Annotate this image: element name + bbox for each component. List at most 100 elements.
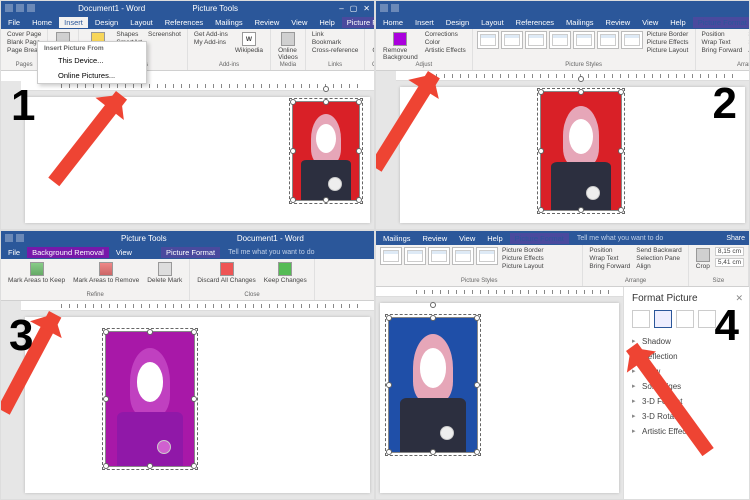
- send-backward-button[interactable]: Send Backward: [634, 247, 684, 255]
- discard-changes-button[interactable]: Discard All Changes: [194, 261, 259, 285]
- tab-home[interactable]: Home: [378, 17, 408, 28]
- inserted-picture[interactable]: [540, 91, 622, 211]
- group-picture-styles: Picture Styles: [380, 278, 578, 284]
- mark-remove-button[interactable]: Mark Areas to Remove: [70, 261, 142, 285]
- rotate-handle[interactable]: [430, 302, 436, 308]
- bring-forward-button[interactable]: Bring Forward: [587, 263, 632, 271]
- quick-access-toolbar[interactable]: [376, 4, 436, 12]
- tab-references[interactable]: References: [160, 17, 208, 28]
- group-arrange: Arrange: [700, 62, 750, 68]
- height-input[interactable]: 8,15 cm: [715, 247, 744, 256]
- crossref-button[interactable]: Cross-reference: [310, 47, 361, 55]
- my-addins-button[interactable]: My Add-ins: [192, 39, 230, 47]
- tab-references[interactable]: References: [511, 17, 559, 28]
- tab-view[interactable]: View: [454, 233, 480, 244]
- width-input[interactable]: 5,41 cm: [715, 258, 744, 267]
- tab-review[interactable]: Review: [250, 17, 285, 28]
- tab-review[interactable]: Review: [418, 233, 453, 244]
- send-backward-button[interactable]: Send Backward: [746, 31, 750, 39]
- color-button[interactable]: Color: [423, 39, 468, 47]
- tab-mailings[interactable]: Mailings: [210, 17, 248, 28]
- tab-layout[interactable]: Layout: [476, 17, 509, 28]
- cover-page-button[interactable]: Cover Page: [5, 31, 43, 39]
- rotate-handle[interactable]: [323, 86, 329, 92]
- share-button[interactable]: Share: [726, 235, 749, 242]
- get-addins-button[interactable]: Get Add-ins: [192, 31, 230, 39]
- rotate-handle[interactable]: [578, 76, 584, 82]
- tab-file[interactable]: File: [3, 247, 25, 258]
- layout-tab-icon[interactable]: [676, 310, 694, 328]
- tab-file[interactable]: File: [3, 17, 25, 28]
- wrap-text-button[interactable]: Wrap Text: [587, 255, 632, 263]
- shapes-button[interactable]: Shapes: [114, 31, 144, 39]
- tab-view[interactable]: View: [637, 17, 663, 28]
- tab-help[interactable]: Help: [314, 17, 339, 28]
- bg-removal-preview[interactable]: [105, 331, 195, 467]
- remove-background-button[interactable]: Remove Background: [380, 31, 421, 62]
- bookmark-button[interactable]: Bookmark: [310, 39, 361, 47]
- picture-border-button[interactable]: Picture Border: [500, 247, 546, 255]
- tab-layout[interactable]: Layout: [125, 17, 158, 28]
- picture-border-button[interactable]: Picture Border: [645, 31, 691, 39]
- tab-picture-format[interactable]: Picture Format: [161, 247, 220, 258]
- align-button[interactable]: Align: [634, 263, 684, 271]
- tab-insert[interactable]: Insert: [59, 17, 88, 28]
- wrap-text-button[interactable]: Wrap Text: [700, 39, 745, 47]
- tell-me[interactable]: Tell me what you want to do: [571, 235, 724, 242]
- group-media: Media: [275, 62, 301, 68]
- picture-layout-button[interactable]: Picture Layout: [645, 47, 691, 55]
- tab-mailings[interactable]: Mailings: [378, 233, 416, 244]
- wikipedia-button[interactable]: WWikipedia: [232, 31, 266, 55]
- page[interactable]: [380, 303, 619, 493]
- keep-changes-button[interactable]: Keep Changes: [261, 261, 310, 285]
- tell-me[interactable]: Tell me what you want to do: [222, 249, 374, 256]
- selection-pane-button[interactable]: Selection Pane: [746, 39, 750, 47]
- link-button[interactable]: Link: [310, 31, 361, 39]
- picture-tab-icon[interactable]: [698, 310, 716, 328]
- picture-effects-button[interactable]: Picture Effects: [500, 255, 546, 263]
- online-video-button[interactable]: Online Videos: [275, 31, 301, 62]
- tab-picture-format[interactable]: Picture Format: [510, 233, 569, 244]
- tab-picture-format[interactable]: Picture Format: [693, 17, 750, 28]
- crop-button[interactable]: Crop: [693, 247, 713, 271]
- tab-background-removal[interactable]: Background Removal: [27, 247, 109, 258]
- step-number-4: 4: [715, 301, 739, 351]
- picture-layout-button[interactable]: Picture Layout: [500, 263, 546, 271]
- ribbon-tabs: Home Insert Design Layout References Mai…: [376, 15, 749, 29]
- bring-forward-button[interactable]: Bring Forward: [700, 47, 745, 55]
- picture-styles-gallery[interactable]: [380, 247, 498, 265]
- screenshot-button[interactable]: Screenshot: [146, 31, 183, 39]
- corrections-button[interactable]: Corrections: [423, 31, 468, 39]
- mark-keep-button[interactable]: Mark Areas to Keep: [5, 261, 68, 285]
- delete-mark-button[interactable]: Delete Mark: [144, 261, 185, 285]
- tab-view[interactable]: View: [286, 17, 312, 28]
- tab-insert[interactable]: Insert: [410, 17, 439, 28]
- quick-access-toolbar[interactable]: [1, 4, 61, 12]
- title-bar: Picture Tools Document1 - Word: [1, 231, 374, 245]
- tab-design[interactable]: Design: [441, 17, 474, 28]
- inserted-picture[interactable]: [292, 101, 360, 201]
- picture-effects-button[interactable]: Picture Effects: [645, 39, 691, 47]
- opt-3d-format[interactable]: 3-D Format: [632, 394, 741, 409]
- quick-access-toolbar[interactable]: [1, 234, 61, 242]
- tab-help[interactable]: Help: [665, 17, 690, 28]
- window-buttons[interactable]: –▢✕: [339, 4, 374, 13]
- tab-picture-format[interactable]: Picture Format: [342, 17, 375, 28]
- tab-home[interactable]: Home: [27, 17, 57, 28]
- position-button[interactable]: Position: [587, 247, 632, 255]
- this-device-item[interactable]: This Device...: [38, 53, 146, 68]
- tab-view[interactable]: View: [111, 247, 137, 258]
- position-button[interactable]: Position: [700, 31, 745, 39]
- page[interactable]: [400, 87, 745, 223]
- effects-tab-icon[interactable]: [654, 310, 672, 328]
- inserted-picture[interactable]: [388, 317, 478, 453]
- tab-mailings[interactable]: Mailings: [561, 17, 599, 28]
- align-button[interactable]: Align: [746, 47, 750, 55]
- tab-help[interactable]: Help: [482, 233, 507, 244]
- page[interactable]: [25, 317, 370, 493]
- document-canvas: [376, 287, 623, 499]
- tab-design[interactable]: Design: [90, 17, 123, 28]
- picture-styles-gallery[interactable]: [477, 31, 643, 49]
- selection-pane-button[interactable]: Selection Pane: [634, 255, 684, 263]
- tab-review[interactable]: Review: [601, 17, 636, 28]
